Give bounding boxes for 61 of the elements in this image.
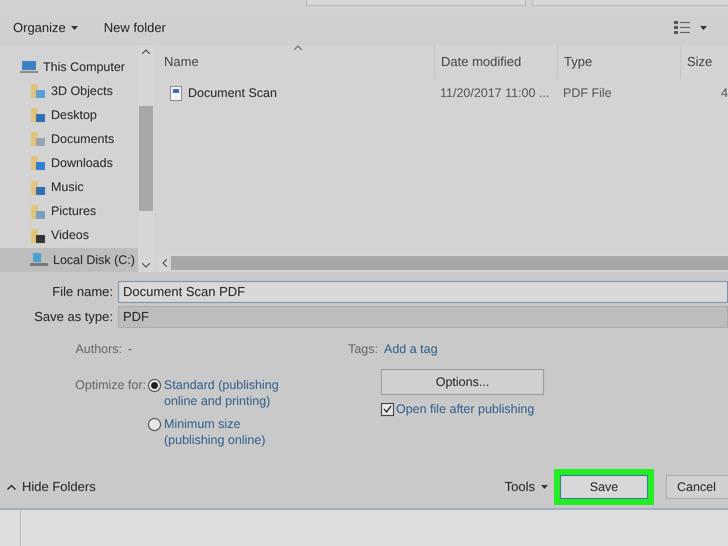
column-header[interactable]: Type — [557, 45, 680, 79]
radio-option[interactable]: Standard (publishing online and printing) — [148, 377, 381, 409]
file-name-field[interactable]: Document Scan PDF — [118, 281, 728, 303]
type-cell-text: PDF File — [562, 84, 613, 102]
scroll-thumb[interactable] — [171, 256, 728, 270]
organize-menu[interactable]: Organize — [13, 18, 78, 38]
folder-icon — [30, 204, 46, 220]
authors-value[interactable]: - — [128, 340, 338, 358]
date-cell-text: 11/20/2017 11:00 ... — [439, 84, 550, 102]
caret-icon — [541, 485, 548, 489]
folder-icon — [30, 155, 46, 172]
folder-icon — [30, 180, 46, 196]
caret-icon — [700, 26, 707, 30]
field-label: Tags: — [347, 340, 379, 358]
cancel-button[interactable]: Cancel — [666, 475, 728, 499]
file-name[interactable]: Document Scan — [188, 84, 277, 102]
scroll-left-icon — [162, 259, 167, 267]
chevron-up-icon — [7, 484, 16, 490]
sidebar-item[interactable]: Documents — [0, 127, 138, 152]
scroll-up-icon — [142, 49, 150, 54]
sidebar-item[interactable]: Pictures — [0, 200, 138, 224]
scroll-down-icon — [142, 263, 150, 268]
computer-icon — [20, 60, 38, 74]
tools-menu[interactable]: Tools — [504, 477, 548, 497]
scroll-thumb[interactable] — [139, 106, 153, 211]
radio-button[interactable] — [148, 418, 161, 431]
column-header[interactable]: Date modified — [434, 45, 557, 79]
add-tag-link[interactable]: Add a tag — [384, 340, 438, 358]
column-header[interactable]: Name — [158, 45, 434, 79]
field-label: Authors: — [74, 340, 123, 358]
field-label: Save as type: — [33, 308, 114, 326]
folder-icon — [30, 131, 46, 148]
size-cell-text: 4 — [720, 84, 728, 102]
field-label: File name: — [51, 283, 114, 302]
sidebar-item[interactable]: 3D Objects — [0, 79, 138, 104]
file-type-dropdown[interactable]: PDF — [118, 306, 728, 328]
sidebar-item[interactable]: Downloads — [0, 151, 138, 176]
sidebar-item[interactable]: Videos — [0, 224, 138, 248]
sidebar-item[interactable]: Local Disk (C:) — [0, 248, 138, 272]
new-folder-button[interactable]: New folder — [104, 18, 166, 38]
sidebar-item[interactable]: Music — [0, 176, 138, 200]
save-button[interactable]: Save — [560, 475, 648, 499]
hide-folders-button[interactable]: Hide Folders — [0, 477, 96, 497]
checkbox[interactable] — [381, 402, 394, 416]
options-button[interactable]: Options... — [381, 369, 544, 395]
column-header[interactable]: Size — [680, 45, 728, 79]
pdf-file-icon — [170, 86, 182, 100]
sidebar-item[interactable]: This Computer — [0, 55, 138, 80]
sidebar-item[interactable]: Desktop — [0, 103, 138, 128]
folder-icon — [30, 83, 46, 100]
details-view-icon — [674, 20, 690, 34]
folder-icon — [30, 107, 46, 124]
check-icon — [383, 405, 392, 414]
open-after-checkbox-row[interactable]: Open file after publishing — [381, 400, 544, 419]
radio-button[interactable] — [148, 379, 161, 392]
caret-icon — [70, 26, 78, 30]
view-options-button[interactable] — [674, 20, 707, 34]
drive-icon — [30, 252, 48, 267]
radio-option[interactable]: Minimum size (publishing online) — [148, 416, 381, 448]
folder-icon — [30, 228, 46, 244]
field-label: Optimize for: — [74, 377, 147, 394]
